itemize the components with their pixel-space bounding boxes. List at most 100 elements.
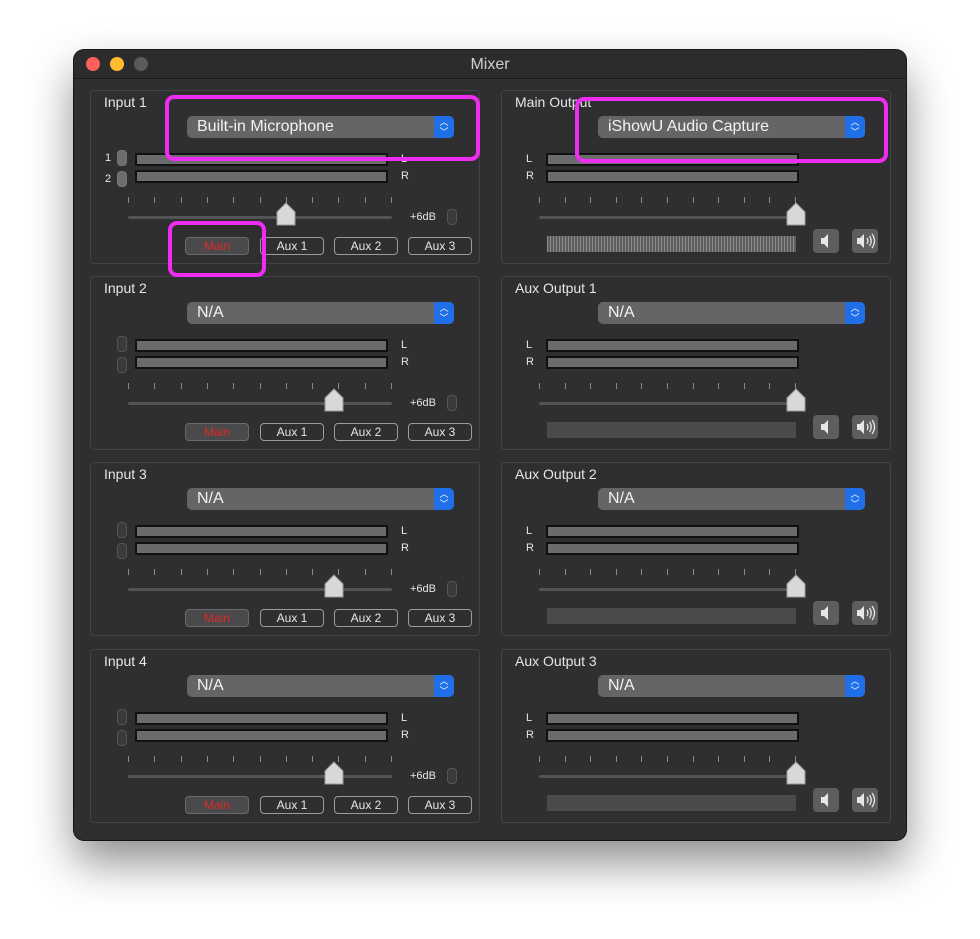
output-level-bar — [547, 608, 796, 624]
bus-aux1-button[interactable]: Aux 1 — [260, 423, 324, 441]
speaker-high-icon[interactable] — [852, 229, 878, 253]
bus-aux1-button[interactable]: Aux 1 — [260, 796, 324, 814]
level-meter-left — [546, 525, 799, 538]
speaker-low-icon[interactable] — [813, 601, 839, 625]
slider-knob-icon[interactable] — [324, 574, 344, 598]
fader-tick — [744, 197, 745, 203]
fader-tick — [286, 569, 287, 575]
fader-tick — [391, 569, 392, 575]
panel-title: Aux Output 1 — [515, 280, 597, 296]
selected-device: iShowU Audio Capture — [608, 118, 769, 135]
fader-tick — [312, 197, 313, 203]
speaker-low-icon[interactable] — [813, 229, 839, 253]
fader-tick — [233, 756, 234, 762]
slider-knob-icon[interactable] — [786, 574, 806, 598]
speaker-low-icon[interactable] — [813, 415, 839, 439]
selected-device: N/A — [608, 304, 635, 321]
gain-stepper[interactable] — [447, 209, 457, 225]
channel-1-stepper[interactable] — [117, 522, 127, 538]
speaker-high-icon[interactable] — [852, 415, 878, 439]
fader-tick — [590, 756, 591, 762]
selected-device: N/A — [608, 677, 635, 694]
panel-title: Input 1 — [104, 94, 147, 110]
chevron-up-down-icon: ︿ ﹀ — [845, 302, 865, 324]
meter-left-label: L — [401, 153, 408, 165]
gain-fader-track[interactable] — [128, 402, 392, 405]
meter-right-label: R — [526, 170, 534, 182]
gain-fader-track[interactable] — [128, 775, 392, 778]
input-device-select[interactable]: N/A ︿ ﹀ — [187, 675, 454, 697]
bus-aux2-button[interactable]: Aux 2 — [334, 237, 398, 255]
volume-fader-track[interactable] — [539, 588, 796, 591]
volume-fader-track[interactable] — [539, 216, 796, 219]
channel-1-stepper[interactable] — [117, 709, 127, 725]
bus-aux2-button[interactable]: Aux 2 — [334, 423, 398, 441]
output-device-select[interactable]: N/A ︿ ﹀ — [598, 675, 865, 697]
meter-right-label: R — [526, 542, 534, 554]
bus-aux2-button[interactable]: Aux 2 — [334, 609, 398, 627]
fader-tick — [769, 756, 770, 762]
chevron-up-down-icon: ︿ ﹀ — [845, 675, 865, 697]
fader-tick — [365, 569, 366, 575]
channel-2-stepper[interactable] — [117, 543, 127, 559]
slider-knob-icon[interactable] — [324, 761, 344, 785]
channel-2-stepper[interactable] — [117, 357, 127, 373]
bus-aux3-button[interactable]: Aux 3 — [408, 796, 472, 814]
bus-main-button[interactable]: Main — [185, 423, 249, 441]
fader-tick — [233, 383, 234, 389]
input-device-select[interactable]: Built-in Microphone ︿ ﹀ — [187, 116, 454, 138]
speaker-high-icon[interactable] — [852, 788, 878, 812]
gain-stepper[interactable] — [447, 768, 457, 784]
slider-knob-icon[interactable] — [324, 388, 344, 412]
bus-aux1-button[interactable]: Aux 1 — [260, 609, 324, 627]
slider-knob-icon[interactable] — [786, 388, 806, 412]
output-device-select[interactable]: N/A ︿ ﹀ — [598, 488, 865, 510]
meter-left-label: L — [526, 339, 533, 351]
fader-tick — [154, 756, 155, 762]
gain-fader-track[interactable] — [128, 216, 392, 219]
fader-tick — [693, 569, 694, 575]
output-device-select[interactable]: iShowU Audio Capture ︿ ﹀ — [598, 116, 865, 138]
fader-scale — [128, 756, 392, 762]
gain-stepper[interactable] — [447, 395, 457, 411]
input-device-select[interactable]: N/A ︿ ﹀ — [187, 488, 454, 510]
chevron-up-down-icon: ︿ ﹀ — [434, 116, 454, 138]
fader-tick — [365, 383, 366, 389]
fader-tick — [693, 197, 694, 203]
input-device-select[interactable]: N/A ︿ ﹀ — [187, 302, 454, 324]
fader-tick — [233, 569, 234, 575]
bus-aux2-button[interactable]: Aux 2 — [334, 796, 398, 814]
channel-2-stepper[interactable] — [117, 730, 127, 746]
bus-main-button[interactable]: Main — [185, 237, 249, 255]
level-meter-left — [546, 712, 799, 725]
bus-aux3-button[interactable]: Aux 3 — [408, 423, 472, 441]
meter-left-label: L — [526, 525, 533, 537]
channel-1-stepper[interactable] — [117, 150, 127, 166]
fader-tick — [744, 383, 745, 389]
fader-tick — [154, 383, 155, 389]
bus-main-button[interactable]: Main — [185, 609, 249, 627]
bus-main-button[interactable]: Main — [185, 796, 249, 814]
bus-aux3-button[interactable]: Aux 3 — [408, 237, 472, 255]
channel-2-stepper[interactable] — [117, 171, 127, 187]
bus-aux1-button[interactable]: Aux 1 — [260, 237, 324, 255]
fader-tick — [641, 756, 642, 762]
slider-knob-icon[interactable] — [786, 202, 806, 226]
input-panel-1: Input 1 Built-in Microphone ︿ ﹀ 1 2 L R +… — [90, 90, 480, 264]
speaker-high-icon[interactable] — [852, 601, 878, 625]
volume-fader-track[interactable] — [539, 775, 796, 778]
meter-left-label: L — [401, 712, 408, 724]
volume-fader-track[interactable] — [539, 402, 796, 405]
meter-right-label: R — [401, 542, 409, 554]
output-device-select[interactable]: N/A ︿ ﹀ — [598, 302, 865, 324]
gain-fader-track[interactable] — [128, 588, 392, 591]
slider-knob-icon[interactable] — [786, 761, 806, 785]
slider-knob-icon[interactable] — [276, 202, 296, 226]
channel-1-stepper[interactable] — [117, 336, 127, 352]
fader-tick — [641, 383, 642, 389]
speaker-low-icon[interactable] — [813, 788, 839, 812]
fader-tick — [539, 569, 540, 575]
bus-aux3-button[interactable]: Aux 3 — [408, 609, 472, 627]
level-meter-left — [135, 712, 388, 725]
gain-stepper[interactable] — [447, 581, 457, 597]
